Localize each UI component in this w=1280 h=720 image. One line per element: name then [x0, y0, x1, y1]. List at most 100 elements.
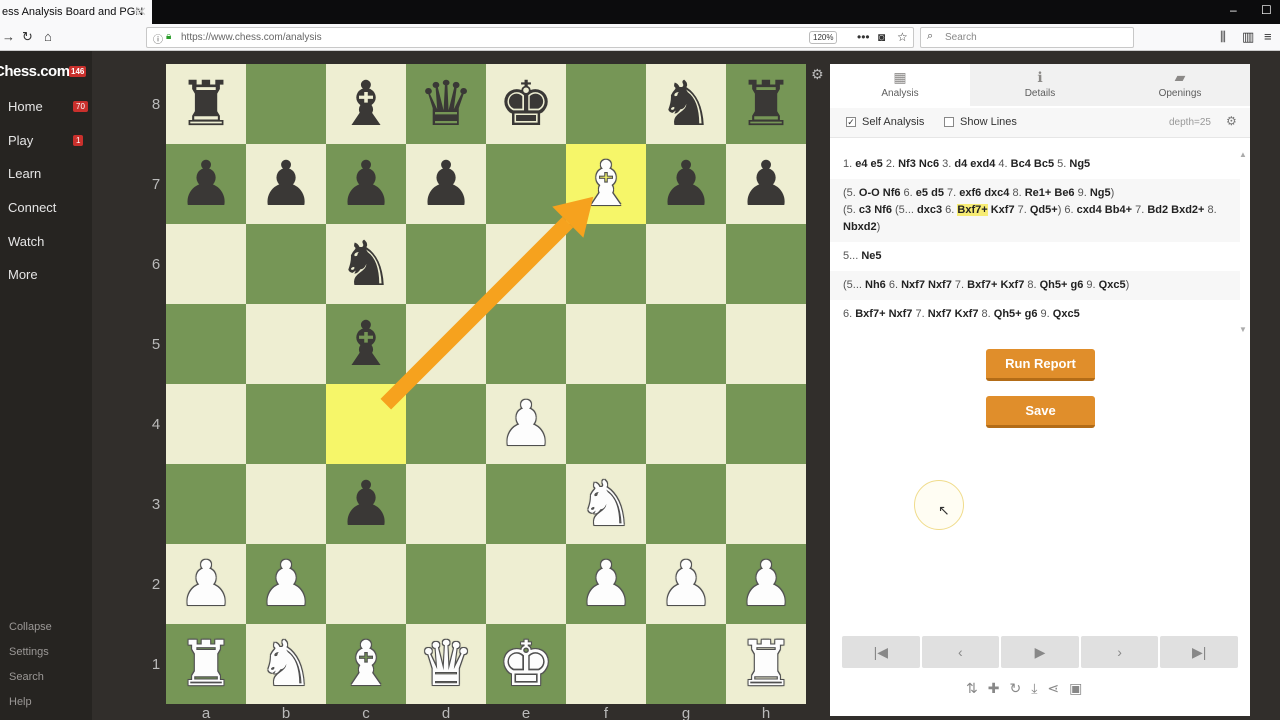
previous-move-button[interactable]: ‹ — [921, 636, 1000, 668]
square-c8[interactable]: ♝ — [326, 64, 406, 144]
square-h5[interactable] — [726, 304, 806, 384]
square-h3[interactable] — [726, 464, 806, 544]
square-e1[interactable]: ♚ — [486, 624, 566, 704]
run-report-button[interactable]: Run Report — [986, 349, 1095, 381]
square-d4[interactable] — [406, 384, 486, 464]
square-d3[interactable] — [406, 464, 486, 544]
tab-analysis[interactable]: ▦ Analysis — [830, 64, 970, 106]
square-e2[interactable] — [486, 544, 566, 624]
square-c7[interactable]: ♟ — [326, 144, 406, 224]
square-f1[interactable] — [566, 624, 646, 704]
square-b8[interactable] — [246, 64, 326, 144]
scroll-down-icon[interactable]: ▼ — [1239, 325, 1247, 334]
forward-icon[interactable]: → — [2, 29, 15, 44]
white-king-icon[interactable]: ♚ — [498, 633, 554, 695]
zoom-level[interactable]: 120% — [809, 31, 838, 44]
square-f8[interactable] — [566, 64, 646, 144]
square-d7[interactable]: ♟ — [406, 144, 486, 224]
chess-com-logo[interactable]: Chess.com — [0, 63, 70, 80]
square-d1[interactable]: ♛ — [406, 624, 486, 704]
collapse-link[interactable]: Collapse — [9, 621, 52, 633]
more-actions-icon[interactable]: ••• — [857, 30, 870, 44]
sidebar-toggle-icon[interactable]: ▥ — [1242, 29, 1254, 45]
flip-board-icon[interactable]: ⇅ — [966, 680, 978, 697]
new-tab-button[interactable]: + — [129, 3, 145, 21]
white-pawn-icon[interactable]: ♟ — [258, 553, 314, 615]
scroll-up-icon[interactable]: ▲ — [1239, 150, 1247, 159]
square-f4[interactable] — [566, 384, 646, 464]
sidebar-item-more[interactable]: More — [8, 267, 38, 282]
square-b2[interactable]: ♟ — [246, 544, 326, 624]
share-icon[interactable]: ⋖ — [1047, 680, 1059, 697]
square-f6[interactable] — [566, 224, 646, 304]
last-move-button[interactable]: ▶| — [1160, 636, 1238, 668]
browser-search-input[interactable]: ⌕ Search — [920, 27, 1134, 48]
square-a7[interactable]: ♟ — [166, 144, 246, 224]
white-pawn-icon[interactable]: ♟ — [578, 553, 634, 615]
black-pawn-icon[interactable]: ♟ — [338, 473, 394, 535]
info-icon[interactable]: ⓘ — [153, 31, 163, 46]
play-button[interactable]: ▶ — [1001, 636, 1079, 668]
square-c6[interactable]: ♞ — [326, 224, 406, 304]
analysis-settings-icon[interactable]: ⚙ — [1226, 114, 1237, 128]
white-bishop-icon[interactable]: ♝ — [578, 153, 634, 215]
white-knight-icon[interactable]: ♞ — [258, 633, 314, 695]
library-icon[interactable]: ⫼ — [1220, 29, 1226, 45]
square-h2[interactable]: ♟ — [726, 544, 806, 624]
maximize-button[interactable]: ☐ — [1261, 3, 1272, 17]
square-h6[interactable] — [726, 224, 806, 304]
next-move-button[interactable]: › — [1080, 636, 1159, 668]
white-pawn-icon[interactable]: ♟ — [658, 553, 714, 615]
square-c2[interactable] — [326, 544, 406, 624]
self-analysis-label[interactable]: Self Analysis — [862, 116, 924, 128]
black-knight-icon[interactable]: ♞ — [658, 73, 714, 135]
square-g5[interactable] — [646, 304, 726, 384]
square-a4[interactable] — [166, 384, 246, 464]
square-a6[interactable] — [166, 224, 246, 304]
search-link[interactable]: Search — [9, 671, 44, 683]
square-f2[interactable]: ♟ — [566, 544, 646, 624]
square-h4[interactable] — [726, 384, 806, 464]
square-e5[interactable] — [486, 304, 566, 384]
sidebar-item-watch[interactable]: Watch — [8, 234, 44, 249]
square-b6[interactable] — [246, 224, 326, 304]
square-a3[interactable] — [166, 464, 246, 544]
square-b5[interactable] — [246, 304, 326, 384]
square-h1[interactable]: ♜ — [726, 624, 806, 704]
white-pawn-icon[interactable]: ♟ — [178, 553, 234, 615]
black-bishop-icon[interactable]: ♝ — [338, 73, 394, 135]
square-b7[interactable]: ♟ — [246, 144, 326, 224]
square-b3[interactable] — [246, 464, 326, 544]
square-b1[interactable]: ♞ — [246, 624, 326, 704]
black-rook-icon[interactable]: ♜ — [178, 73, 234, 135]
black-pawn-icon[interactable]: ♟ — [258, 153, 314, 215]
tab-openings[interactable]: ▰ Openings — [1110, 64, 1250, 106]
square-h8[interactable]: ♜ — [726, 64, 806, 144]
square-d8[interactable]: ♛ — [406, 64, 486, 144]
minimize-button[interactable]: – — [1230, 3, 1237, 17]
white-rook-icon[interactable]: ♜ — [738, 633, 794, 695]
black-knight-icon[interactable]: ♞ — [338, 233, 394, 295]
square-g1[interactable] — [646, 624, 726, 704]
square-b4[interactable] — [246, 384, 326, 464]
square-c5[interactable]: ♝ — [326, 304, 406, 384]
sidebar-item-home[interactable]: Home — [8, 99, 43, 114]
square-c3[interactable]: ♟ — [326, 464, 406, 544]
menu-icon[interactable]: ≡ — [1264, 29, 1272, 44]
white-bishop-icon[interactable]: ♝ — [338, 633, 394, 695]
square-e4[interactable]: ♟ — [486, 384, 566, 464]
add-icon[interactable]: ✚ — [988, 680, 1000, 697]
white-knight-icon[interactable]: ♞ — [578, 473, 634, 535]
square-g4[interactable] — [646, 384, 726, 464]
settings-link[interactable]: Settings — [9, 646, 49, 658]
white-pawn-icon[interactable]: ♟ — [738, 553, 794, 615]
white-queen-icon[interactable]: ♛ — [418, 633, 474, 695]
help-link[interactable]: Help — [9, 696, 32, 708]
move-list-scrollbar[interactable]: ▲ ▼ — [1239, 150, 1247, 336]
square-d5[interactable] — [406, 304, 486, 384]
sidebar-item-learn[interactable]: Learn — [8, 166, 41, 181]
square-e7[interactable] — [486, 144, 566, 224]
square-d2[interactable] — [406, 544, 486, 624]
black-bishop-icon[interactable]: ♝ — [338, 313, 394, 375]
black-queen-icon[interactable]: ♛ — [418, 73, 474, 135]
